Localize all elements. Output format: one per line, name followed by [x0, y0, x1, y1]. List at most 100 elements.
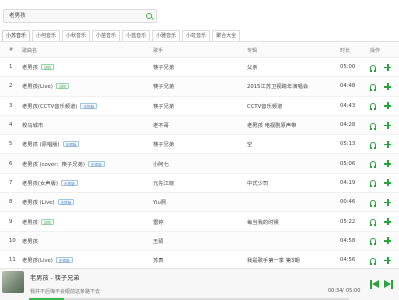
song-title[interactable]: 老男孩(CCTV音乐频道) 无损版: [22, 97, 150, 115]
song-row[interactable]: 5 老男孩 (原唱版) 无损版 筷子兄弟空 05:13: [0, 135, 399, 155]
headphones-icon[interactable]: [370, 103, 376, 111]
song-title-text[interactable]: 老男孩 (cover：筷子兄弟): [22, 160, 85, 168]
song-artist-text[interactable]: 元先江晓: [153, 179, 174, 187]
song-title[interactable]: 老男孩: [22, 232, 150, 250]
headphones-icon[interactable]: [370, 238, 376, 246]
song-artist-text[interactable]: 筷子兄弟: [153, 63, 174, 71]
tab-source-1[interactable]: 小苏音乐: [2, 30, 31, 41]
song-row[interactable]: 4 校马城市 老不哥 老男孩 电视剧原声带 04:28: [0, 115, 399, 136]
song-album[interactable]: [247, 154, 339, 172]
song-album[interactable]: 老男孩 电视剧原声带: [247, 116, 339, 134]
song-album[interactable]: [247, 232, 339, 250]
song-row[interactable]: 8 老男孩 (Live) 无损版 Yiu熙 00:46: [0, 193, 399, 213]
song-title-text[interactable]: 老男孩 (Live): [22, 198, 55, 206]
add-icon[interactable]: [384, 121, 391, 129]
song-title[interactable]: 老男孩 试听: [22, 58, 150, 76]
tab-source-7[interactable]: 小虹音乐: [182, 30, 211, 41]
add-icon[interactable]: [384, 102, 391, 110]
add-icon[interactable]: [384, 256, 391, 264]
song-album[interactable]: 我是歌手第一季 第3期: [247, 251, 339, 269]
song-artist[interactable]: 筷子兄弟: [153, 58, 245, 76]
add-icon[interactable]: [384, 82, 391, 90]
song-album[interactable]: 空: [247, 135, 339, 153]
song-album[interactable]: CCTV音乐频道: [247, 97, 339, 115]
song-title-text[interactable]: 老男孩: [22, 63, 38, 71]
song-album-text[interactable]: 我是歌手第一季 第3期: [247, 256, 300, 264]
search-button[interactable]: [142, 10, 156, 22]
add-icon[interactable]: [384, 198, 391, 206]
song-album[interactable]: 中式少司: [247, 174, 339, 192]
song-artist-text[interactable]: 王硕: [153, 237, 164, 245]
song-album-text[interactable]: 每当我的时候: [247, 218, 279, 226]
song-row[interactable]: 9 老男孩 试听 雷婷 每当我的时候 05:22: [0, 212, 399, 232]
headphones-icon[interactable]: [370, 64, 376, 72]
song-album-text[interactable]: 2015江苏卫视跨年演唱会: [247, 82, 308, 90]
song-title[interactable]: 老男孩 试听: [22, 212, 150, 230]
headphones-icon[interactable]: [370, 257, 376, 265]
headphones-icon[interactable]: [370, 141, 376, 149]
add-icon[interactable]: [384, 179, 391, 187]
song-row[interactable]: 6 老男孩 (cover：筷子兄弟) 无损版 小阿七 05:06: [0, 154, 399, 174]
song-artist[interactable]: Yiu熙: [153, 193, 245, 211]
song-title-text[interactable]: 老男孩(Live): [22, 256, 53, 264]
headphones-icon[interactable]: [370, 180, 376, 188]
next-button[interactable]: [384, 279, 396, 289]
song-artist-text[interactable]: 筷子兄弟: [153, 102, 174, 110]
tab-source-6[interactable]: 小雅音乐: [152, 30, 181, 41]
song-album[interactable]: 每当我的时候: [247, 212, 339, 230]
add-icon[interactable]: [384, 160, 391, 168]
song-artist-text[interactable]: 苏表: [153, 256, 164, 264]
search-input[interactable]: 老男孩: [4, 9, 142, 23]
song-row[interactable]: 7 老男孩(女声版) 无损版 元先江晓 中式少司 04:19: [0, 174, 399, 194]
song-title-text[interactable]: 校马城市: [22, 121, 43, 129]
song-artist[interactable]: 王硕: [153, 232, 245, 250]
headphones-icon[interactable]: [370, 122, 376, 130]
song-title[interactable]: 老男孩(Live) 无损版: [22, 251, 150, 269]
song-album[interactable]: [247, 193, 339, 211]
headphones-icon[interactable]: [370, 161, 376, 169]
add-icon[interactable]: [384, 218, 391, 226]
song-artist[interactable]: 小阿七: [153, 154, 245, 172]
song-title[interactable]: 校马城市: [22, 116, 150, 134]
previous-button[interactable]: [370, 279, 380, 289]
tab-aggregate[interactable]: 聚合大全: [212, 30, 241, 41]
tab-source-5[interactable]: 小蓝音乐: [122, 30, 151, 41]
song-title-text[interactable]: 老男孩(CCTV音乐频道): [22, 102, 77, 110]
song-artist-text[interactable]: 雷婷: [153, 218, 164, 226]
song-title[interactable]: 老男孩 (Live) 无损版: [22, 193, 150, 211]
song-title[interactable]: 老男孩 (原唱版) 无损版: [22, 135, 150, 153]
song-album[interactable]: 父亲: [247, 58, 339, 76]
song-row[interactable]: 3 老男孩(CCTV音乐频道) 无损版 筷子兄弟 CCTV音乐频道 04:43: [0, 97, 399, 116]
song-artist[interactable]: 筷子兄弟: [153, 77, 245, 95]
song-album-text[interactable]: CCTV音乐频道: [247, 102, 282, 110]
song-artist[interactable]: 元先江晓: [153, 174, 245, 192]
headphones-icon[interactable]: [370, 199, 376, 207]
song-artist-text[interactable]: 小阿七: [153, 160, 169, 168]
song-album[interactable]: 2015江苏卫视跨年演唱会: [247, 77, 339, 95]
song-album-text[interactable]: 空: [247, 140, 252, 148]
song-artist[interactable]: 苏表: [153, 251, 245, 269]
song-artist-text[interactable]: 筷子兄弟: [153, 140, 174, 148]
song-title[interactable]: 老男孩(女声版) 无损版: [22, 174, 150, 192]
song-title[interactable]: 老男孩 (cover：筷子兄弟) 无损版: [22, 154, 150, 172]
song-artist-text[interactable]: 筷子兄弟: [153, 82, 174, 90]
add-icon[interactable]: [384, 63, 391, 71]
song-title-text[interactable]: 老男孩 (原唱版): [22, 140, 60, 148]
song-artist[interactable]: 老不哥: [153, 116, 245, 134]
song-title-text[interactable]: 老男孩: [22, 218, 38, 226]
song-artist[interactable]: 雷婷: [153, 212, 245, 230]
song-album-text[interactable]: 父亲: [247, 63, 258, 71]
song-row[interactable]: 1 老男孩 试听 筷子兄弟 父亲 05:00: [0, 58, 399, 78]
song-album-text[interactable]: 老男孩 电视剧原声带: [247, 121, 296, 129]
song-artist[interactable]: 筷子兄弟: [153, 97, 245, 115]
song-artist-text[interactable]: Yiu熙: [153, 198, 166, 206]
search-box[interactable]: 老男孩: [3, 9, 157, 23]
song-row[interactable]: 10 老男孩 王硕 04:58: [0, 231, 399, 251]
add-icon[interactable]: [384, 237, 391, 245]
tab-source-3[interactable]: 小秋音乐: [62, 30, 91, 41]
song-title-text[interactable]: 老男孩(Live): [22, 82, 53, 90]
headphones-icon[interactable]: [370, 83, 376, 91]
song-artist-text[interactable]: 老不哥: [153, 121, 169, 129]
song-title[interactable]: 老男孩(Live) 试听: [22, 77, 150, 95]
song-title-text[interactable]: 老男孩(女声版): [22, 179, 58, 187]
